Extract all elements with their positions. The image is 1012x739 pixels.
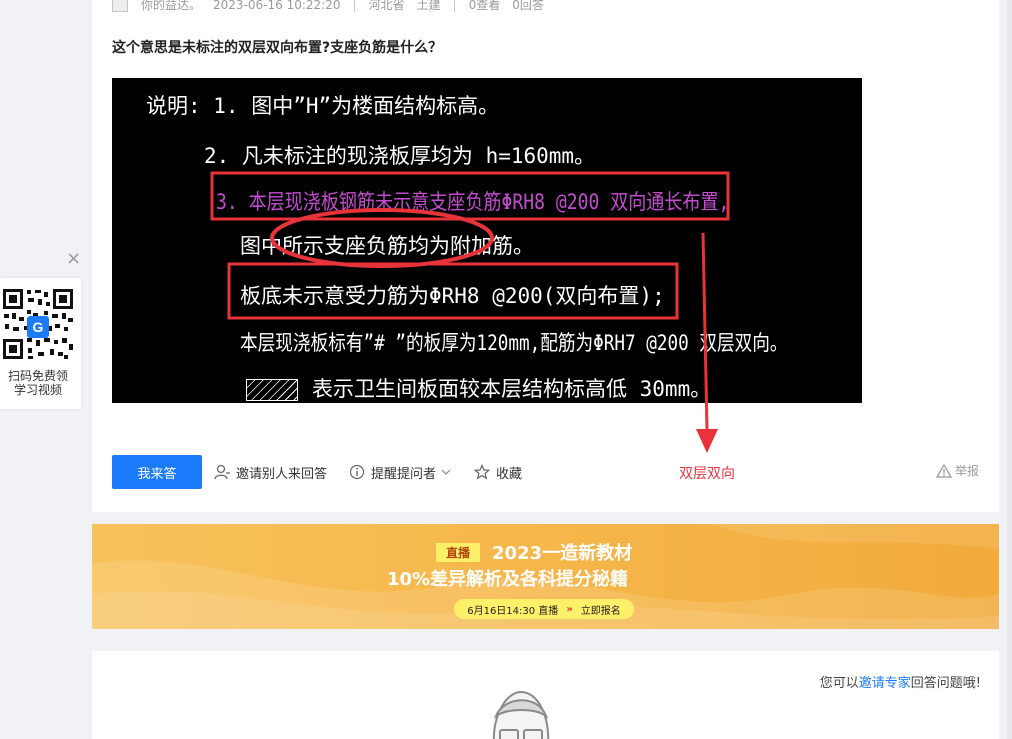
favorite-button[interactable]: 收藏 [474, 463, 522, 482]
banner-title-1: 2023一造新教材 [492, 543, 633, 564]
scrollbar-track[interactable] [1007, 0, 1012, 739]
banner-row-1: 直播 2023一造新教材 [436, 539, 632, 565]
highlight-box-1 [210, 171, 730, 221]
user-name[interactable]: 你的益达。 [141, 0, 201, 13]
qr-caption: 扫码免费领 学习视频 [0, 369, 76, 397]
live-promo-banner[interactable]: 直播 2023一造新教材 10%差异解析及各科提分秘籍 6月16日14:30 直… [92, 524, 999, 629]
qr-close-icon[interactable]: × [66, 250, 81, 268]
favorite-label: 收藏 [496, 466, 523, 482]
question-image[interactable]: 说明: 1. 图中”H”为楼面结构标高。 2. 凡未标注的现浇板厚均为 h=16… [112, 78, 862, 403]
signup-label: 立即报名 [580, 605, 621, 617]
invite-label: 邀请别人来回答 [236, 466, 328, 482]
invite-expert-text: 您可以邀请专家回答问题哦! [820, 672, 981, 691]
empty-answer-avatar-icon [492, 690, 550, 739]
user-avatar[interactable] [112, 0, 128, 12]
divider: | [452, 0, 457, 12]
post-datetime: 2023-06-16 10:22:20 [213, 0, 341, 12]
view-count: 0查看 [468, 0, 501, 12]
divider: | [352, 0, 357, 12]
qr-widget[interactable]: G 扫码免费领 学习视频 [0, 278, 81, 409]
warning-icon [935, 463, 952, 478]
user-plus-icon [214, 464, 230, 480]
question-meta: 你的益达。 2023-06-16 10:22:20 | 河北省 土建 | 0查看… [112, 0, 544, 13]
qr-caption-line-1: 扫码免费领 [7, 369, 68, 383]
live-tag: 直播 [436, 542, 481, 562]
report-button[interactable]: 举报 [935, 462, 979, 479]
location: 河北省 [368, 0, 405, 12]
qr-code-icon: G [0, 286, 76, 362]
category[interactable]: 土建 [417, 0, 441, 13]
signup-pill[interactable]: 6月16日14:30 直播 » 立即报名 [454, 599, 634, 619]
info-icon [349, 464, 365, 480]
arrow-down-icon [696, 233, 718, 453]
markup-overlay [210, 171, 730, 320]
invite-button[interactable]: 邀请别人来回答 [214, 463, 327, 482]
question-card: 你的益达。 2023-06-16 10:22:20 | 河北省 土建 | 0查看… [92, 0, 999, 512]
chevron-down-icon [441, 469, 451, 475]
annotation-text: 双层双向 [679, 466, 735, 482]
highlight-box-2 [227, 262, 679, 320]
qr-caption-line-2: 学习视频 [13, 383, 62, 397]
remind-button[interactable]: 提醒提问者 [349, 463, 452, 482]
answers-card: 您可以邀请专家回答问题哦! [92, 651, 999, 739]
invite-expert-link[interactable]: 邀请专家 [859, 676, 911, 691]
double-chevron-icon: » [566, 603, 573, 615]
invite-suffix: 回答问题哦! [910, 676, 981, 691]
star-icon [474, 464, 491, 480]
invite-prefix: 您可以 [819, 676, 859, 691]
report-label: 举报 [954, 464, 979, 478]
live-time: 6月16日14:30 直播 [467, 605, 559, 617]
banner-title-2: 10%差异解析及各科提分秘籍 [386, 569, 629, 590]
svg-text:G: G [33, 319, 44, 335]
action-bar: 我来答 邀请别人来回答 提醒提问者 收藏 [112, 455, 544, 489]
answer-count: 0回答 [512, 0, 544, 12]
remind-label: 提醒提问者 [371, 466, 437, 482]
question-title: 这个意思是未标注的双层双向布置?支座负筋是什么？ [112, 40, 443, 56]
answer-button[interactable]: 我来答 [112, 455, 202, 489]
